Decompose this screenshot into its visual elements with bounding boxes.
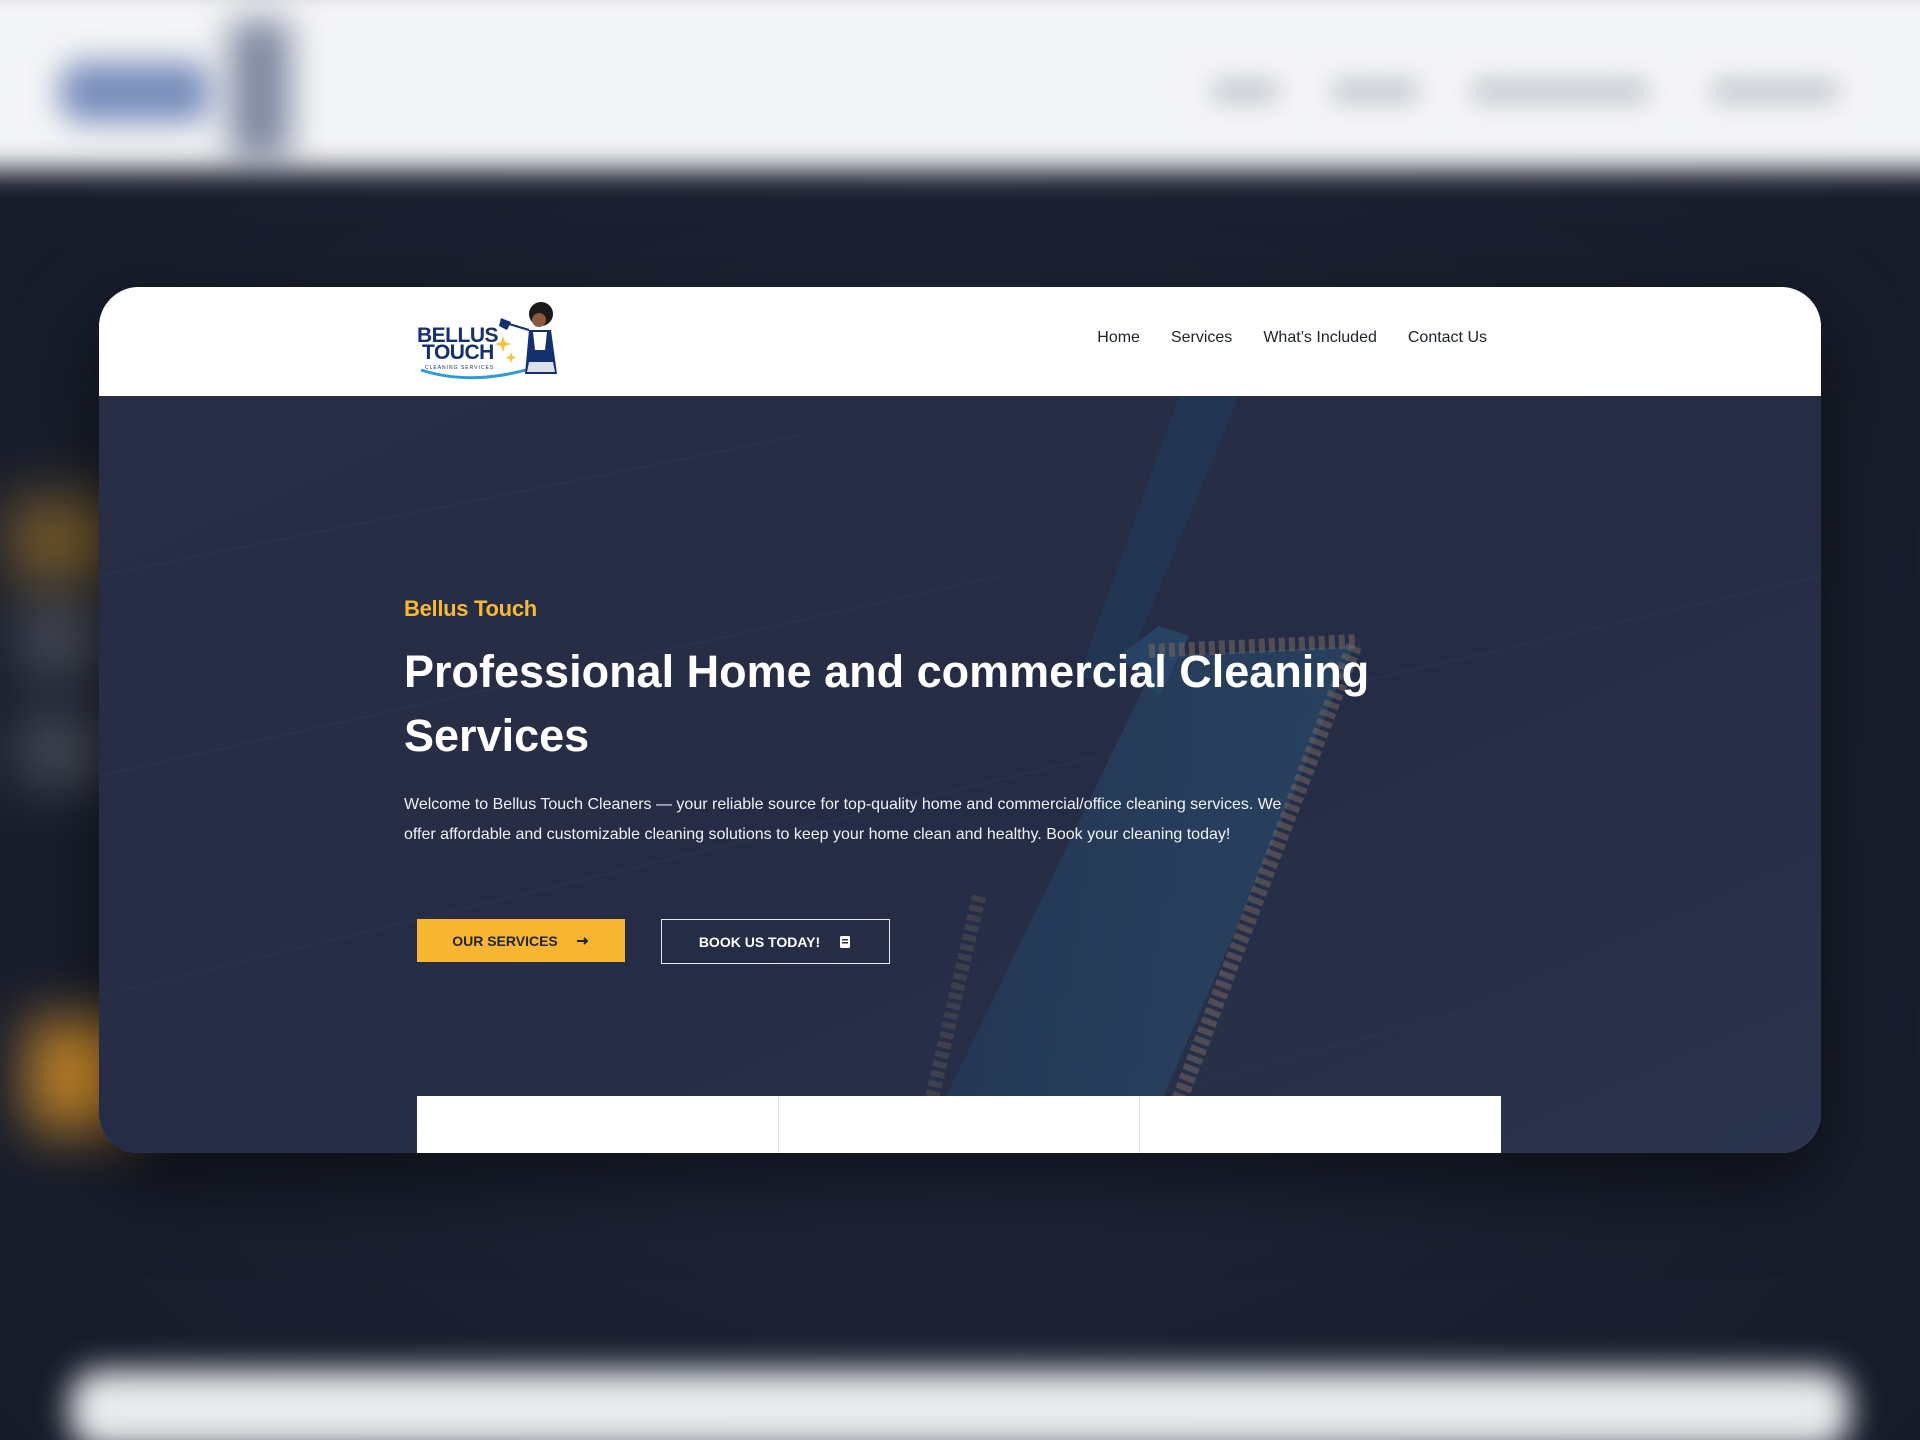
hero-section: Bellus Touch Professional Home and comme… (99, 396, 1821, 1153)
book-icon (838, 935, 852, 949)
blurred-footer-bar (70, 1370, 1850, 1440)
arrow-right-icon (576, 934, 590, 948)
our-services-label: OUR SERVICES (452, 932, 558, 949)
blurred-nav-item (1710, 78, 1840, 104)
nav-whats-included[interactable]: What’s Included (1263, 329, 1377, 347)
brand-tagline: CLEANING SERVICES (425, 365, 495, 371)
blurred-nav-item (1210, 78, 1280, 104)
blurred-logo (60, 62, 210, 122)
book-us-today-button[interactable]: BOOK US TODAY! (661, 919, 890, 964)
blurred-nav-item (1470, 78, 1650, 104)
feature-card (417, 1096, 779, 1153)
our-services-button[interactable]: OUR SERVICES (417, 919, 625, 962)
feature-card (779, 1096, 1141, 1153)
blurred-nav-item (1330, 78, 1420, 104)
nav-home[interactable]: Home (1097, 329, 1140, 347)
feature-cards-strip (417, 1096, 1501, 1153)
blurred-shape (20, 610, 110, 670)
blurred-shape (20, 720, 110, 780)
hero-description: Welcome to Bellus Touch Cleaners — your … (404, 796, 1282, 843)
blurred-logo-figure (230, 20, 290, 160)
book-us-today-label: BOOK US TODAY! (698, 933, 821, 950)
brand-logo[interactable]: BELLUS TOUCH CLEANING SERVICES (417, 300, 559, 382)
website-preview-card: BELLUS TOUCH CLEANING SERVICES Home Serv… (99, 287, 1821, 1153)
site-header: BELLUS TOUCH CLEANING SERVICES Home Serv… (99, 287, 1821, 396)
main-navigation: Home Services What’s Included Contact Us (1097, 329, 1487, 347)
hero-content: Bellus Touch Professional Home and comme… (404, 596, 1554, 850)
nav-contact-us[interactable]: Contact Us (1408, 329, 1487, 347)
feature-card (1140, 1096, 1501, 1153)
hero-eyebrow: Bellus Touch (404, 596, 537, 621)
hero-title: Professional Home and commercial Cleanin… (404, 646, 1370, 761)
nav-services[interactable]: Services (1171, 329, 1232, 347)
brand-name-line2: TOUCH (422, 341, 494, 364)
